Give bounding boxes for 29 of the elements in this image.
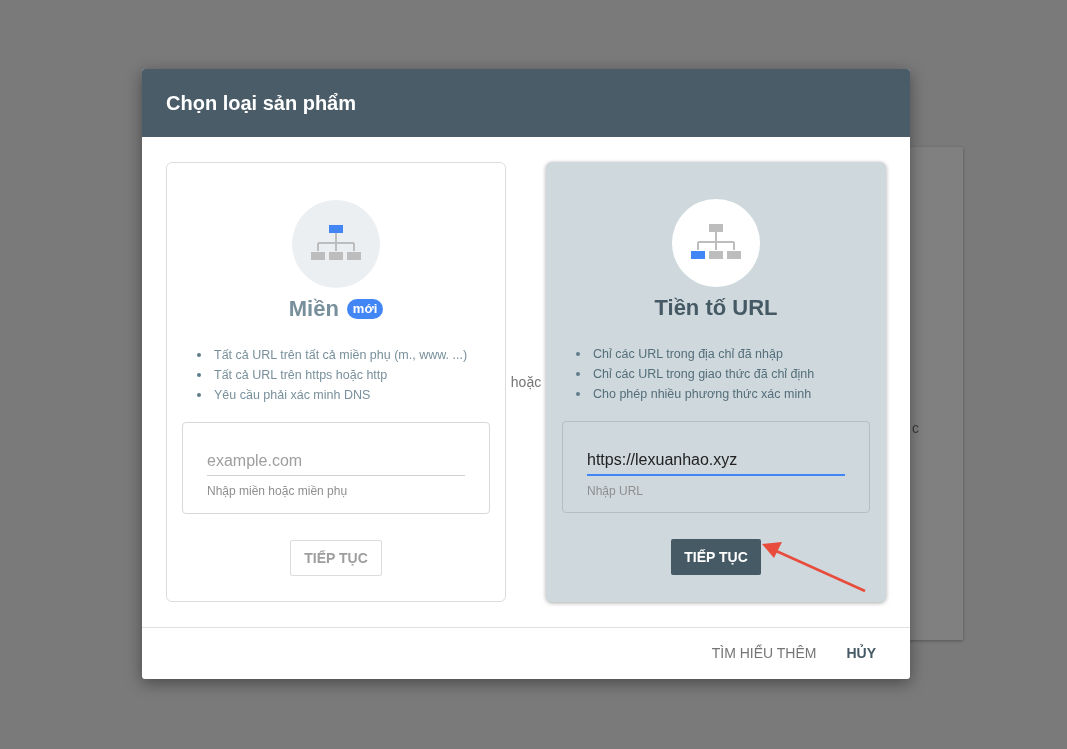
bullet-icon	[576, 372, 580, 376]
bullet-icon	[576, 392, 580, 396]
feature-text: Tất cả URL trên https hoặc http	[214, 366, 388, 384]
bullet-icon	[197, 373, 201, 377]
feature-text: Yêu cầu phải xác minh DNS	[214, 386, 371, 404]
bullet-icon	[197, 353, 201, 357]
text-field[interactable]: https://lexuanhao.xyz Nhập URL	[562, 421, 870, 513]
field-helper: Nhập miền hoặc miền phụ	[207, 483, 349, 500]
bullet-icon	[197, 393, 201, 397]
feature-text: Cho phép nhiều phương thức xác minh	[593, 385, 812, 403]
footer-button[interactable]: TÌM HIỂU THÊM	[701, 635, 827, 672]
footer-button[interactable]: HỦY	[836, 635, 886, 672]
input-field[interactable]: https://lexuanhao.xyz	[587, 448, 845, 476]
card-title: Miền	[288, 295, 339, 323]
bullet-icon	[576, 352, 580, 356]
card-title: Tiền tố URL	[654, 294, 778, 322]
field-helper: Nhập URL	[587, 483, 645, 500]
sitemap-icon	[691, 224, 741, 262]
separator-text: hoặc	[509, 373, 543, 392]
option-card[interactable]: Tiền tố URL Chỉ các URL trong địa chỉ đã nhập Chỉ các URL trong giao thức đã chỉ định Cho phép nhiều phương thức xác minh https://lexuanhao.xyz Nhập URL TIẾP TỤC	[546, 162, 886, 602]
feature-text: Tất cả URL trên tất cả miền phụ (m., www. ...)	[214, 346, 468, 364]
new-badge: mới	[346, 298, 384, 319]
continue-button[interactable]: TIẾP TỤC	[671, 539, 761, 575]
input-field[interactable]: example.com	[207, 449, 465, 476]
feature-text: Chỉ các URL trong địa chỉ đã nhập	[593, 345, 783, 363]
dialog-title: Chọn loại sản phẩm	[166, 91, 357, 116]
sitemap-icon	[311, 225, 361, 263]
feature-text: Chỉ các URL trong giao thức đã chỉ định	[593, 365, 815, 383]
background-text: c	[912, 419, 919, 438]
